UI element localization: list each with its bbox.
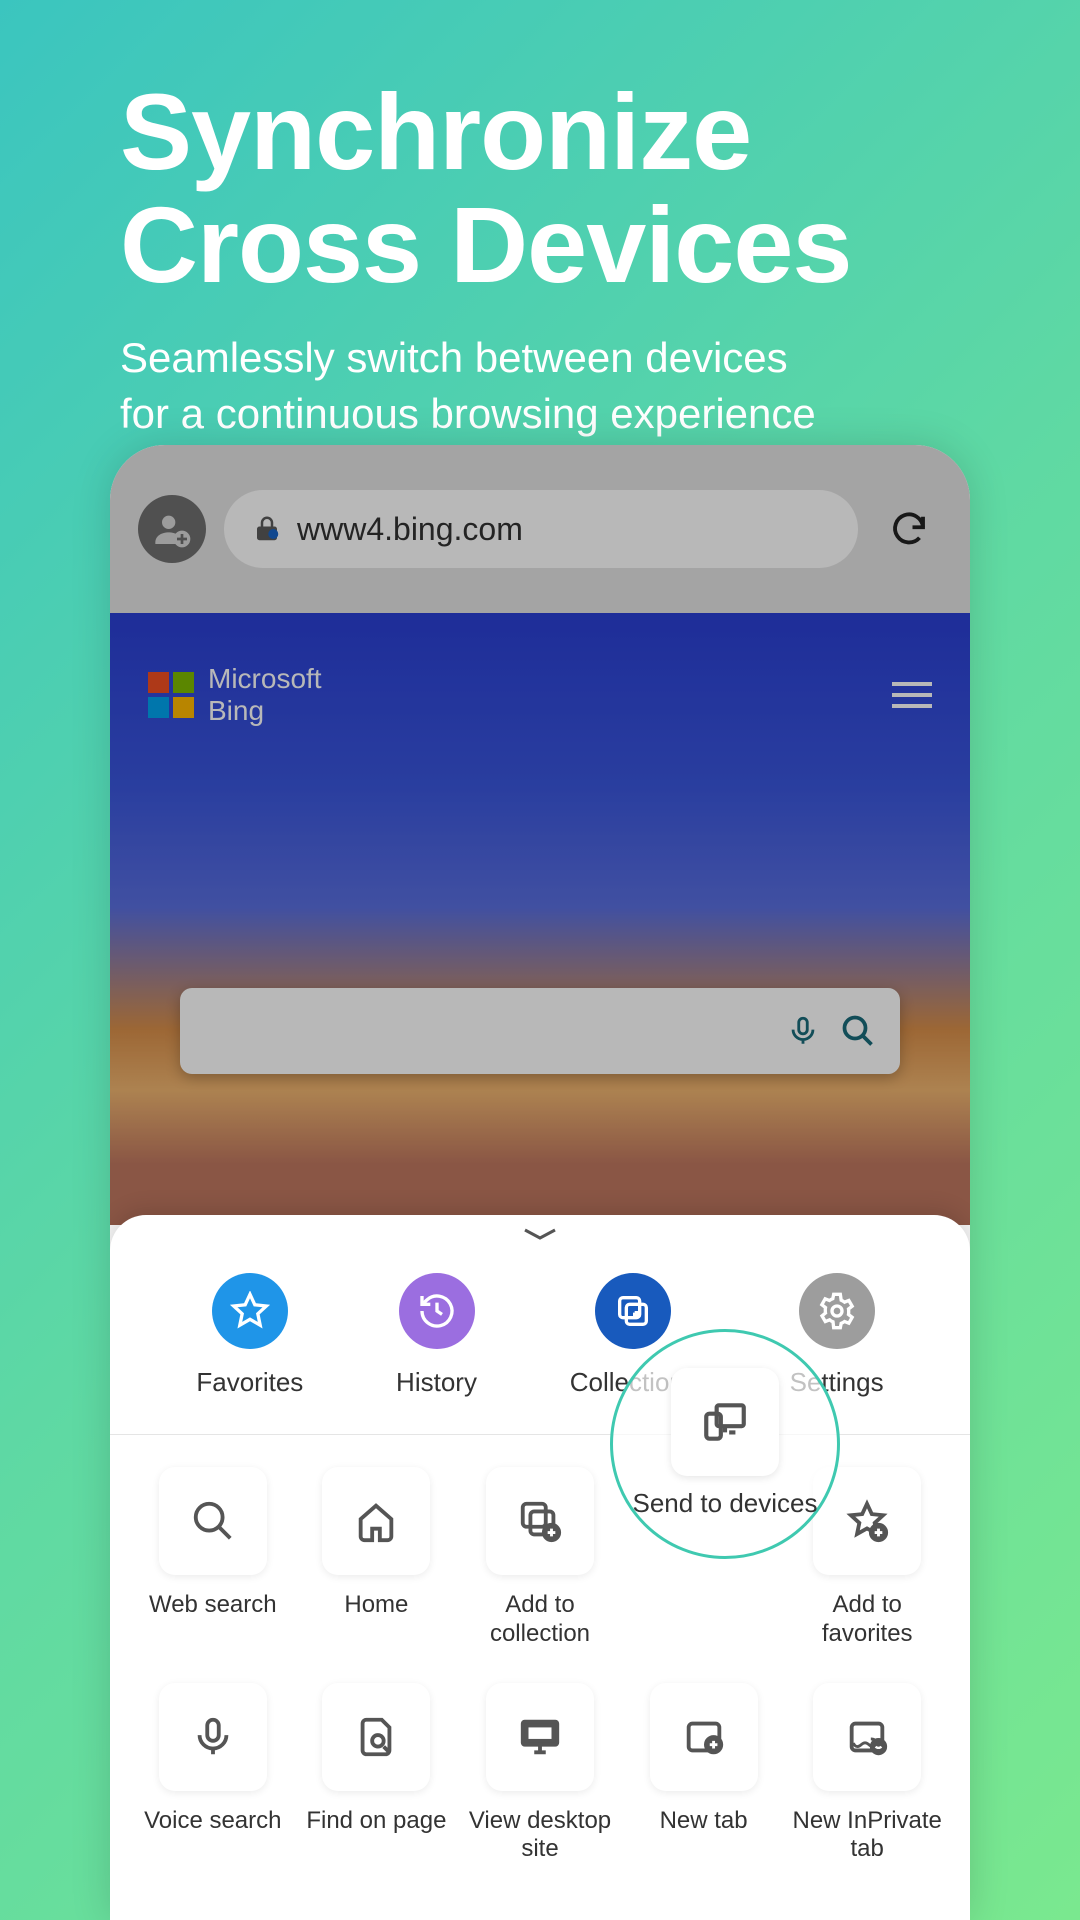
new-inprivate-tab-button[interactable]: New InPrivate tab <box>792 1683 942 1865</box>
star-add-icon <box>844 1498 890 1544</box>
quick-actions-row: Favorites History Collections Settings <box>110 1243 970 1428</box>
chevron-down-icon <box>520 1225 560 1243</box>
desktop-icon <box>517 1714 563 1760</box>
home-label: Home <box>302 1591 452 1620</box>
find-page-icon <box>353 1714 399 1760</box>
history-icon <box>417 1291 457 1331</box>
inprivate-label: New InPrivate tab <box>792 1807 942 1865</box>
favorites-button[interactable]: Favorites <box>196 1273 303 1398</box>
devices-icon <box>700 1397 750 1447</box>
menu-button[interactable] <box>892 682 932 708</box>
browser-toolbar: www4.bing.com <box>110 445 970 613</box>
new-tab-icon <box>681 1714 727 1760</box>
bing-brand-text: Microsoft Bing <box>208 663 322 727</box>
search-icon[interactable] <box>840 1013 876 1049</box>
add-favorites-label: Add to favorites <box>792 1591 942 1649</box>
home-icon <box>353 1498 399 1544</box>
bing-header: Microsoft Bing <box>110 613 970 727</box>
view-desktop-site-button[interactable]: View desktop site <box>465 1683 615 1865</box>
star-icon <box>230 1291 270 1331</box>
find-on-page-button[interactable]: Find on page <box>302 1683 452 1865</box>
web-search-label: Web search <box>138 1591 288 1620</box>
promo-header: Synchronize Cross Devices Seamlessly swi… <box>0 0 1080 483</box>
web-search-button[interactable]: Web search <box>138 1467 288 1649</box>
collection-add-icon <box>517 1498 563 1544</box>
promo-title: Synchronize Cross Devices <box>120 75 960 302</box>
sheet-handle[interactable] <box>110 1215 970 1243</box>
bing-search-box[interactable] <box>180 988 900 1074</box>
send-to-devices-highlight[interactable]: Send to devices <box>610 1329 840 1559</box>
actions-grid-row-1: Web search Home Add to collection Send t… <box>110 1453 970 1649</box>
title-line-1: Synchronize <box>120 71 751 192</box>
reload-button[interactable] <box>876 508 942 550</box>
lock-icon <box>252 514 282 544</box>
actions-grid-row-2: Voice search Find on page View desktop s… <box>110 1669 970 1865</box>
favorites-label: Favorites <box>196 1367 303 1398</box>
mic-icon <box>190 1714 236 1760</box>
url-text: www4.bing.com <box>297 511 523 548</box>
brand-line-2: Bing <box>208 695 264 726</box>
profile-button[interactable] <box>138 495 206 563</box>
history-label: History <box>396 1367 477 1398</box>
home-button[interactable]: Home <box>302 1467 452 1649</box>
inprivate-icon <box>844 1714 890 1760</box>
phone-frame: www4.bing.com Microsoft Bing <box>110 445 970 1920</box>
web-page: Microsoft Bing <box>110 613 970 1225</box>
gear-icon <box>817 1291 857 1331</box>
voice-search-button[interactable]: Voice search <box>138 1683 288 1865</box>
add-to-collection-button[interactable]: Add to collection <box>465 1467 615 1649</box>
find-page-label: Find on page <box>302 1807 452 1836</box>
promo-subtitle: Seamlessly switch between devices for a … <box>120 330 960 443</box>
reload-icon <box>888 508 930 550</box>
new-tab-label: New tab <box>629 1807 779 1836</box>
voice-search-label: Voice search <box>138 1807 288 1836</box>
brand-line-1: Microsoft <box>208 663 322 694</box>
title-line-2: Cross Devices <box>120 184 851 305</box>
add-collection-label: Add to collection <box>465 1591 615 1649</box>
bing-logo[interactable]: Microsoft Bing <box>148 663 322 727</box>
desktop-site-label: View desktop site <box>465 1807 615 1865</box>
bottom-sheet: Favorites History Collections Settings <box>110 1215 970 1920</box>
search-icon <box>190 1498 236 1544</box>
address-bar[interactable]: www4.bing.com <box>224 490 858 568</box>
history-button[interactable]: History <box>396 1273 477 1398</box>
collections-icon <box>613 1291 653 1331</box>
divider <box>110 1434 970 1435</box>
new-tab-button[interactable]: New tab <box>629 1683 779 1865</box>
send-to-devices-label: Send to devices <box>632 1488 817 1519</box>
mic-icon[interactable] <box>786 1014 820 1048</box>
microsoft-icon <box>148 672 194 718</box>
subtitle-line-2: for a continuous browsing experience <box>120 390 816 437</box>
subtitle-line-1: Seamlessly switch between devices <box>120 334 788 381</box>
profile-icon <box>152 509 192 549</box>
